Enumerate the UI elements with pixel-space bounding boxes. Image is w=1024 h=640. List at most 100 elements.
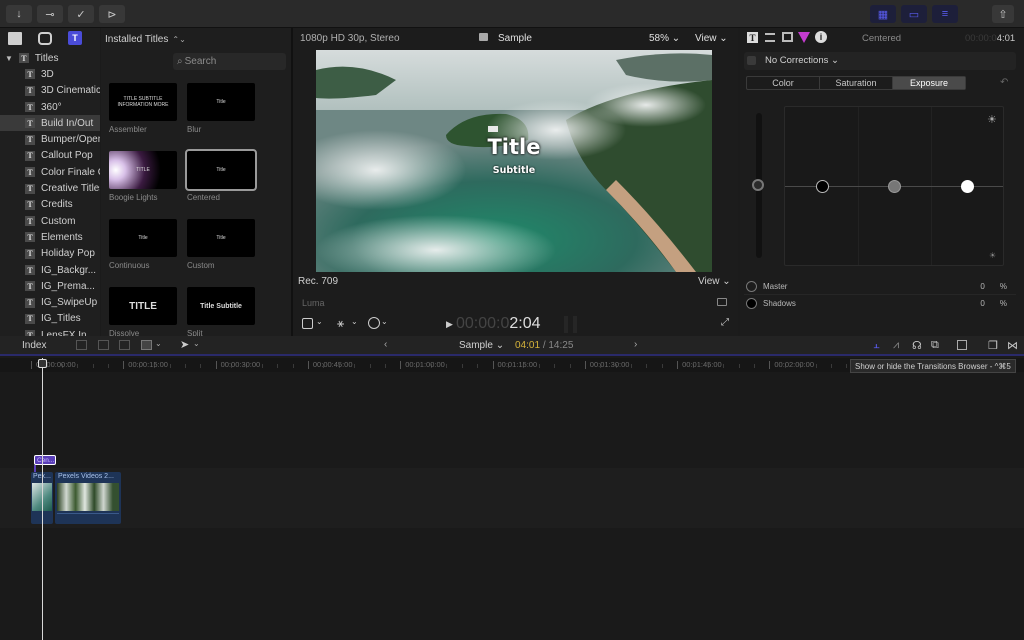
color-inspector-icon[interactable] bbox=[798, 32, 810, 43]
reset-icon[interactable]: ↶ bbox=[1000, 77, 1008, 88]
inspector-toggle-button[interactable]: ≡ bbox=[932, 5, 958, 23]
tab-exposure[interactable]: Exposure bbox=[893, 77, 965, 89]
select-tool-icon[interactable]: ➤ bbox=[180, 338, 189, 351]
play-icon[interactable]: ▶ bbox=[446, 319, 453, 330]
sidebar-item[interactable]: T IG_SwipeUp bbox=[0, 295, 100, 311]
sidebar-item[interactable]: T Color Finale G bbox=[0, 164, 100, 180]
title-inspector-icon[interactable] bbox=[765, 33, 775, 42]
chevron-down-icon[interactable]: ⌄ bbox=[155, 339, 162, 348]
sidebar-item[interactable]: T 360° bbox=[0, 99, 100, 115]
disclosure-triangle-icon[interactable]: ▼ bbox=[5, 54, 13, 63]
corrections-popup[interactable]: No Corrections ⌄ bbox=[765, 55, 839, 66]
browser-header[interactable]: Installed Titles ⌃⌄ bbox=[101, 28, 291, 50]
shadows-puck[interactable] bbox=[816, 180, 829, 193]
browser-toggle-button[interactable]: ▦ bbox=[870, 5, 896, 23]
sidebar-item[interactable]: T IG_Backgr... bbox=[0, 262, 100, 278]
import-button[interactable]: ↓ bbox=[6, 5, 32, 23]
sidebar-item[interactable]: T Elements bbox=[0, 229, 100, 245]
midtones-puck[interactable] bbox=[888, 180, 901, 193]
sidebar-item[interactable]: T Bumper/Open bbox=[0, 132, 100, 148]
sidebar-item[interactable]: T Build In/Out bbox=[0, 115, 100, 132]
title-thumbnail[interactable]: TITLE SUBTITLE INFORMATION MORE bbox=[109, 83, 177, 121]
project-popup[interactable]: Sample ⌄ bbox=[459, 340, 504, 351]
scope-settings-icon[interactable] bbox=[717, 298, 727, 306]
titles-generators-icon[interactable]: T bbox=[68, 31, 82, 45]
scope-view-menu[interactable]: View ⌄ bbox=[698, 276, 731, 287]
sidebar-item[interactable]: T Holiday Pop bbox=[0, 246, 100, 262]
sidebar-item[interactable]: T Custom bbox=[0, 213, 100, 229]
enhance-wand-icon[interactable]: ⚹ bbox=[337, 316, 344, 331]
effects-browser-icon[interactable]: ❐ bbox=[988, 339, 998, 352]
timeline-toggle-button[interactable]: ▭ bbox=[901, 5, 927, 23]
background-tasks-button[interactable]: ✓ bbox=[68, 5, 94, 23]
video-preview[interactable]: Title Subtitle bbox=[316, 50, 712, 272]
tab-saturation[interactable]: Saturation bbox=[820, 77, 893, 89]
sidebar-item[interactable]: T 3D bbox=[0, 66, 100, 82]
info-inspector-icon[interactable]: i bbox=[815, 31, 827, 43]
insert-clip-icon[interactable] bbox=[98, 340, 109, 350]
zoom-popup[interactable]: 58% ⌄ bbox=[649, 33, 680, 44]
sidebar-item[interactable]: T Creative Titles bbox=[0, 180, 100, 196]
share-queue-button[interactable]: ⊳ bbox=[99, 5, 125, 23]
back-arrow-icon[interactable]: ‹ bbox=[384, 339, 387, 350]
shadows-value[interactable]: 0 bbox=[980, 299, 984, 308]
title-thumbnail[interactable]: TITLE bbox=[109, 287, 177, 325]
sidebar-item[interactable]: T IG_Titles bbox=[0, 311, 100, 327]
text-inspector-icon[interactable]: T bbox=[747, 32, 758, 43]
audio-skimming-icon[interactable]: ⩘ bbox=[893, 339, 899, 352]
highlights-puck[interactable] bbox=[961, 180, 974, 193]
headphones-icon[interactable]: ☊ bbox=[912, 339, 922, 352]
overwrite-clip-icon[interactable] bbox=[141, 340, 152, 350]
chevron-down-icon[interactable]: ⌄ bbox=[381, 317, 388, 326]
viewer-timecode[interactable]: 00:00:02:04 bbox=[456, 315, 541, 333]
sidebar-item[interactable]: T 3D Cinematic bbox=[0, 83, 100, 99]
connect-clip-icon[interactable] bbox=[76, 340, 87, 350]
libraries-icon[interactable] bbox=[8, 32, 22, 45]
title-category-icon: T bbox=[25, 297, 35, 308]
master-unit: % bbox=[999, 281, 1007, 291]
video-waveform-icon[interactable]: ⫠ bbox=[873, 339, 880, 352]
master-value[interactable]: 0 bbox=[980, 282, 984, 291]
sidebar-item[interactable]: T LensFX In... bbox=[0, 327, 100, 336]
tab-color[interactable]: Color bbox=[747, 77, 820, 89]
correction-checkbox[interactable] bbox=[747, 56, 756, 65]
retime-speedometer-icon[interactable] bbox=[368, 317, 380, 329]
title-clip[interactable]: Cen... bbox=[34, 455, 56, 465]
playhead[interactable] bbox=[42, 358, 43, 640]
keyword-button[interactable]: ⊸ bbox=[37, 5, 63, 23]
chevron-down-icon[interactable]: ⌄ bbox=[351, 317, 358, 326]
chevron-down-icon[interactable]: ⌄ bbox=[193, 339, 200, 348]
video-inspector-icon[interactable] bbox=[782, 32, 793, 42]
title-overlay[interactable]: Title bbox=[316, 135, 712, 159]
sidebar-item[interactable]: T Credits bbox=[0, 197, 100, 213]
title-thumbnail[interactable]: Title bbox=[109, 219, 177, 257]
sidebar-item[interactable]: T Callout Pop bbox=[0, 148, 100, 164]
sidebar-root-titles[interactable]: ▼ T Titles bbox=[0, 50, 100, 66]
search-field[interactable]: ⌕ Search bbox=[173, 53, 286, 70]
global-exposure-puck[interactable] bbox=[752, 179, 764, 191]
video-clip[interactable]: Pexels Videos 2... bbox=[55, 472, 121, 524]
forward-arrow-icon[interactable]: › bbox=[634, 339, 637, 350]
clip-appearance-icon[interactable] bbox=[957, 340, 967, 350]
exposure-board[interactable]: ☀ ☀ bbox=[784, 106, 1004, 266]
share-button[interactable]: ⇧ bbox=[992, 5, 1014, 23]
playhead-handle[interactable] bbox=[38, 359, 47, 368]
title-category-icon: T bbox=[25, 183, 35, 194]
title-thumbnail[interactable]: Title Subtitle bbox=[187, 287, 255, 325]
photos-audio-icon[interactable] bbox=[38, 32, 52, 45]
title-thumbnail[interactable]: Title bbox=[187, 219, 255, 257]
sidebar-item[interactable]: T IG_Prema... bbox=[0, 278, 100, 294]
title-thumbnail[interactable]: TITLE bbox=[109, 151, 177, 189]
transform-icon[interactable] bbox=[302, 318, 313, 329]
view-menu[interactable]: View ⌄ bbox=[695, 33, 728, 44]
chevron-down-icon[interactable]: ⌄ bbox=[316, 317, 323, 326]
subtitle-overlay[interactable]: Subtitle bbox=[316, 165, 712, 176]
title-thumbnail[interactable]: Title bbox=[187, 83, 255, 121]
snapping-icon[interactable]: ⧉ bbox=[931, 339, 939, 352]
title-category-icon: T bbox=[25, 313, 35, 324]
fullscreen-icon[interactable]: ⤢ bbox=[721, 317, 729, 328]
append-clip-icon[interactable] bbox=[119, 340, 130, 350]
index-button[interactable]: Index bbox=[22, 340, 46, 351]
transitions-browser-icon[interactable]: ⋈ bbox=[1007, 339, 1018, 352]
title-thumbnail[interactable]: Title bbox=[185, 149, 257, 191]
